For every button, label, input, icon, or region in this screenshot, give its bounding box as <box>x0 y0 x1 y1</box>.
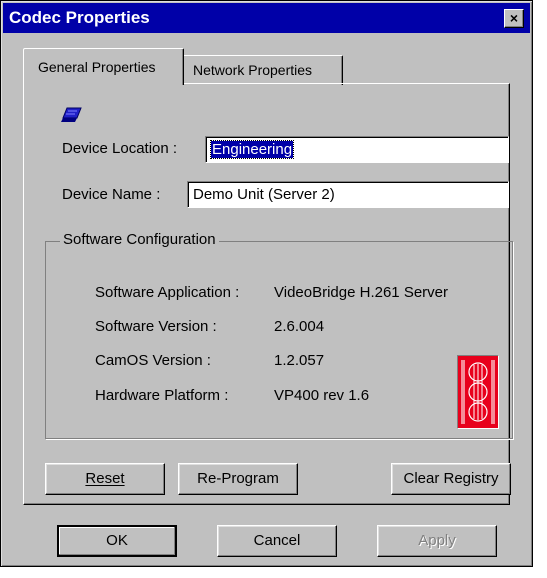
device-location-label: Device Location : <box>62 140 178 157</box>
software-application-label: Software Application : <box>95 284 240 301</box>
window-title: Codec Properties <box>9 8 150 27</box>
device-icon <box>61 107 83 127</box>
re-program-button[interactable]: Re-Program <box>178 463 298 495</box>
hardware-badge-icon <box>457 355 499 429</box>
clear-registry-button-label: Clear Registry <box>403 470 499 487</box>
software-configuration-group: Software Configuration <box>45 231 513 439</box>
cancel-button-label: Cancel <box>253 532 301 549</box>
ok-button-label: OK <box>106 532 128 549</box>
reset-button[interactable]: Reset <box>45 463 165 495</box>
reset-button-label: Reset <box>85 470 125 487</box>
software-application-value: VideoBridge H.261 Server <box>274 284 448 301</box>
device-name-value: Demo Unit (Server 2) <box>193 186 335 203</box>
apply-button-label: Apply <box>418 532 456 549</box>
codec-properties-dialog: Codec Properties × General Properties Ne… <box>0 0 533 567</box>
camos-version-value: 1.2.057 <box>274 352 325 369</box>
tab-label: Network Properties <box>193 62 313 78</box>
software-version-label: Software Version : <box>95 318 217 335</box>
clear-registry-button[interactable]: Clear Registry <box>391 463 511 495</box>
device-location-value: Engineering <box>209 140 295 159</box>
apply-button[interactable]: Apply <box>377 525 497 557</box>
camos-version-label: CamOS Version : <box>95 352 211 369</box>
re-program-button-label: Re-Program <box>197 470 279 487</box>
ok-button[interactable]: OK <box>57 525 177 557</box>
hardware-platform-value: VP400 rev 1.6 <box>274 387 370 404</box>
device-location-field[interactable]: Engineering <box>205 136 509 163</box>
close-icon: × <box>509 10 519 26</box>
device-name-label: Device Name : <box>62 186 161 203</box>
close-button[interactable]: × <box>504 9 524 28</box>
software-version-value: 2.6.004 <box>274 318 325 335</box>
title-bar: Codec Properties × <box>3 3 530 33</box>
tab-network-properties[interactable]: Network Properties <box>182 55 343 85</box>
cancel-button[interactable]: Cancel <box>217 525 337 557</box>
tab-label: General Properties <box>38 59 156 75</box>
hardware-platform-label: Hardware Platform : <box>95 387 229 404</box>
group-title: Software Configuration <box>60 231 219 248</box>
device-name-field[interactable]: Demo Unit (Server 2) <box>187 181 509 208</box>
tab-general-properties[interactable]: General Properties <box>23 48 184 85</box>
